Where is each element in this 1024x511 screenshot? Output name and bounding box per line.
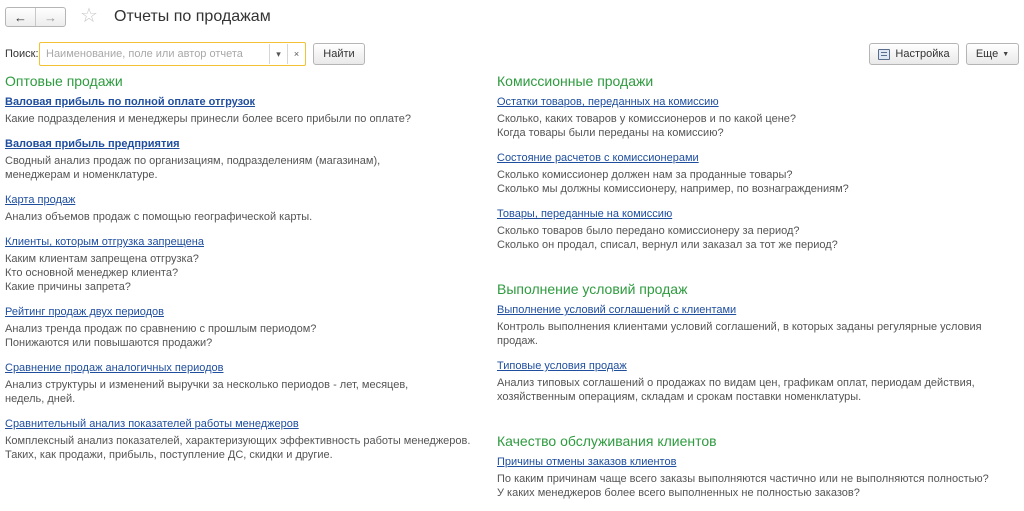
settings-icon xyxy=(878,48,891,60)
title-bar: ← → ☆ Отчеты по продажам xyxy=(0,0,1024,34)
report-link[interactable]: Карта продаж xyxy=(5,193,485,207)
report-link[interactable]: Рейтинг продаж двух периодов xyxy=(5,305,485,319)
report-link[interactable]: Типовые условия продаж xyxy=(497,359,1024,373)
section-title: Оптовые продажи xyxy=(5,73,123,89)
section-title: Качество обслуживания клиентов xyxy=(497,433,717,449)
find-button[interactable]: Найти xyxy=(313,43,365,65)
section-title: Комиссионные продажи xyxy=(497,73,654,89)
report-description: Сводный анализ продаж по организациям, п… xyxy=(5,155,381,181)
report-link[interactable]: Сравнение продаж аналогичных периодов xyxy=(5,361,485,375)
report-link[interactable]: Валовая прибыль по полной оплате отгрузо… xyxy=(5,95,485,109)
report-link[interactable]: Остатки товаров, переданных на комиссию xyxy=(497,95,1024,109)
report-description: Сколько товаров было передано комиссионе… xyxy=(497,225,838,251)
report-description: Каким клиентам запрещена отгрузка? Кто о… xyxy=(5,253,199,293)
report-link[interactable]: Товары, переданные на комиссию xyxy=(497,207,1024,221)
report-description: По каким причинам чаще всего заказы выпо… xyxy=(497,473,989,499)
nav-buttons: ← → xyxy=(5,7,66,27)
report-link[interactable]: Сравнительный анализ показателей работы … xyxy=(5,417,485,431)
report-description: Сколько, каких товаров у комиссионеров и… xyxy=(497,113,797,139)
back-arrow-icon[interactable]: ← xyxy=(6,8,35,26)
report-link[interactable]: Валовая прибыль предприятия xyxy=(5,137,485,151)
report-link[interactable]: Причины отмены заказов клиентов xyxy=(497,455,1024,469)
search-field: ▾ × xyxy=(39,42,306,66)
favorite-star-icon[interactable]: ☆ xyxy=(80,4,98,28)
report-description: Анализ типовых соглашений о продажах по … xyxy=(497,377,975,403)
chevron-down-icon: ▼ xyxy=(1002,50,1010,58)
report-description: Анализ объемов продаж с помощью географи… xyxy=(5,211,313,223)
more-button[interactable]: Еще ▼ xyxy=(966,43,1019,65)
search-clear-icon[interactable]: × xyxy=(287,44,305,64)
report-description: Сколько комиссионер должен нам за продан… xyxy=(497,169,849,195)
search-dropdown-icon[interactable]: ▾ xyxy=(269,44,287,64)
report-link[interactable]: Выполнение условий соглашений с клиентам… xyxy=(497,303,1024,317)
report-link[interactable]: Состояние расчетов с комиссионерами xyxy=(497,151,1024,165)
report-description: Анализ структуры и изменений выручки за … xyxy=(5,379,409,405)
report-description: Анализ тренда продаж по сравнению с прош… xyxy=(5,323,317,349)
more-button-label: Еще xyxy=(975,48,999,60)
forward-arrow-icon[interactable]: → xyxy=(35,8,65,26)
search-label: Поиск: xyxy=(5,48,39,60)
section-title: Выполнение условий продаж xyxy=(497,281,688,297)
report-description: Какие подразделения и менеджеры принесли… xyxy=(5,113,411,125)
settings-button[interactable]: Настройка xyxy=(869,43,959,65)
left-column: Оптовые продажи Валовая прибыль по полной… xyxy=(5,72,485,473)
search-input[interactable] xyxy=(40,44,269,64)
report-description: Комплексный анализ показателей, характер… xyxy=(5,435,471,461)
report-description: Контроль выполнения клиентами условий со… xyxy=(497,321,982,347)
page-title: Отчеты по продажам xyxy=(114,8,271,25)
report-link[interactable]: Клиенты, которым отгрузка запрещена xyxy=(5,235,485,249)
right-column: Комиссионные продажи Остатки товаров, пер… xyxy=(497,72,1024,511)
settings-button-label: Настройка xyxy=(895,48,950,60)
